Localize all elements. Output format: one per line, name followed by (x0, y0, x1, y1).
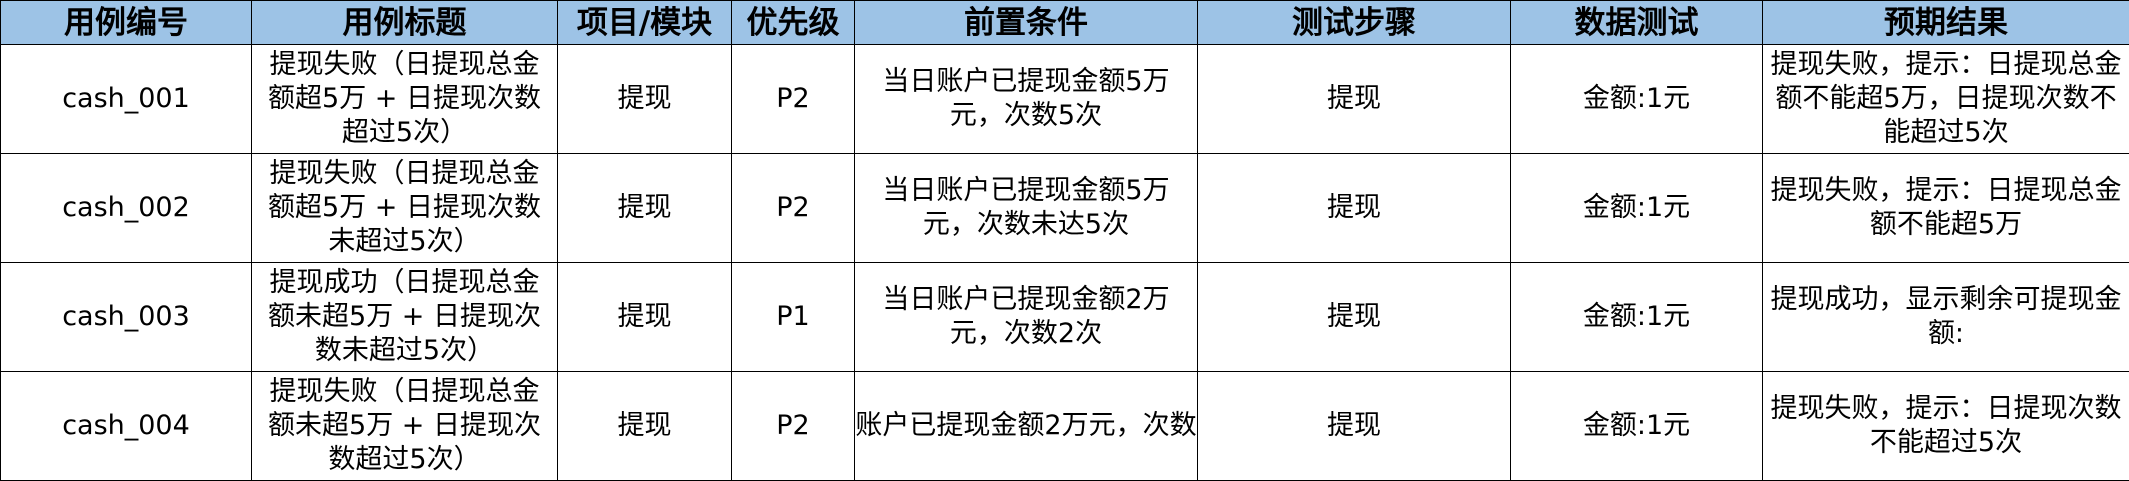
header-test-data[interactable]: 数据测试 (1511, 1, 1763, 45)
table-row: cash_001 提现失败（日提现总金额超5万 + 日提现次数超过5次） 提现 … (1, 45, 2129, 154)
cell-test-data[interactable]: 金额:1元 (1511, 45, 1763, 154)
cell-test-data[interactable]: 金额:1元 (1511, 154, 1763, 263)
cell-precondition-text: 账户已提现金额2万元，次数 (855, 409, 1196, 443)
cell-module[interactable]: 提现 (558, 263, 732, 372)
cell-priority[interactable]: P2 (732, 372, 855, 481)
cell-case-id[interactable]: cash_001 (1, 45, 252, 154)
cell-test-steps[interactable]: 提现 (1198, 154, 1511, 263)
cell-priority[interactable]: P1 (732, 263, 855, 372)
cell-expected-result[interactable]: 提现失败，提示：日提现次数不能超过5次 (1763, 372, 2129, 481)
cell-expected-result[interactable]: 提现失败，提示：日提现总金额不能超5万，日提现次数不能超过5次 (1763, 45, 2129, 154)
cell-priority[interactable]: P2 (732, 154, 855, 263)
cell-module[interactable]: 提现 (558, 372, 732, 481)
header-precondition[interactable]: 前置条件 (855, 1, 1198, 45)
cell-priority[interactable]: P2 (732, 45, 855, 154)
cell-test-steps[interactable]: 提现 (1198, 263, 1511, 372)
cell-test-data[interactable]: 金额:1元 (1511, 263, 1763, 372)
header-module[interactable]: 项目/模块 (558, 1, 732, 45)
cell-precondition[interactable]: 账户已提现金额2万元，次数 (855, 372, 1198, 481)
cell-case-title[interactable]: 提现失败（日提现总金额未超5万 + 日提现次数超过5次） (252, 372, 558, 481)
table-row: cash_003 提现成功（日提现总金额未超5万 + 日提现次数未超过5次） 提… (1, 263, 2129, 372)
cell-precondition[interactable]: 当日账户已提现金额2万元，次数2次 (855, 263, 1198, 372)
header-row: 用例编号 用例标题 项目/模块 优先级 前置条件 测试步骤 数据测试 预期结果 (1, 1, 2129, 45)
cell-test-steps[interactable]: 提现 (1198, 45, 1511, 154)
cell-expected-result[interactable]: 提现失败，提示：日提现总金额不能超5万 (1763, 154, 2129, 263)
cell-precondition[interactable]: 当日账户已提现金额5万元，次数未达5次 (855, 154, 1198, 263)
header-expected-result[interactable]: 预期结果 (1763, 1, 2129, 45)
header-priority[interactable]: 优先级 (732, 1, 855, 45)
table-row: cash_002 提现失败（日提现总金额超5万 + 日提现次数未超过5次） 提现… (1, 154, 2129, 263)
cell-test-data[interactable]: 金额:1元 (1511, 372, 1763, 481)
header-case-title[interactable]: 用例标题 (252, 1, 558, 45)
test-case-table: 用例编号 用例标题 项目/模块 优先级 前置条件 测试步骤 数据测试 预期结果 … (0, 0, 2129, 481)
cell-case-id[interactable]: cash_004 (1, 372, 252, 481)
header-test-steps[interactable]: 测试步骤 (1198, 1, 1511, 45)
cell-case-id[interactable]: cash_002 (1, 154, 252, 263)
cell-case-title[interactable]: 提现失败（日提现总金额超5万 + 日提现次数未超过5次） (252, 154, 558, 263)
table-row: cash_004 提现失败（日提现总金额未超5万 + 日提现次数超过5次） 提现… (1, 372, 2129, 481)
cell-precondition[interactable]: 当日账户已提现金额5万元，次数5次 (855, 45, 1198, 154)
cell-module[interactable]: 提现 (558, 45, 732, 154)
cell-module[interactable]: 提现 (558, 154, 732, 263)
header-case-id[interactable]: 用例编号 (1, 1, 252, 45)
cell-case-title[interactable]: 提现失败（日提现总金额超5万 + 日提现次数超过5次） (252, 45, 558, 154)
cell-expected-result[interactable]: 提现成功，显示剩余可提现金额: (1763, 263, 2129, 372)
spreadsheet: 用例编号 用例标题 项目/模块 优先级 前置条件 测试步骤 数据测试 预期结果 … (0, 0, 2129, 479)
cell-test-steps[interactable]: 提现 (1198, 372, 1511, 481)
cell-case-id[interactable]: cash_003 (1, 263, 252, 372)
cell-case-title[interactable]: 提现成功（日提现总金额未超5万 + 日提现次数未超过5次） (252, 263, 558, 372)
